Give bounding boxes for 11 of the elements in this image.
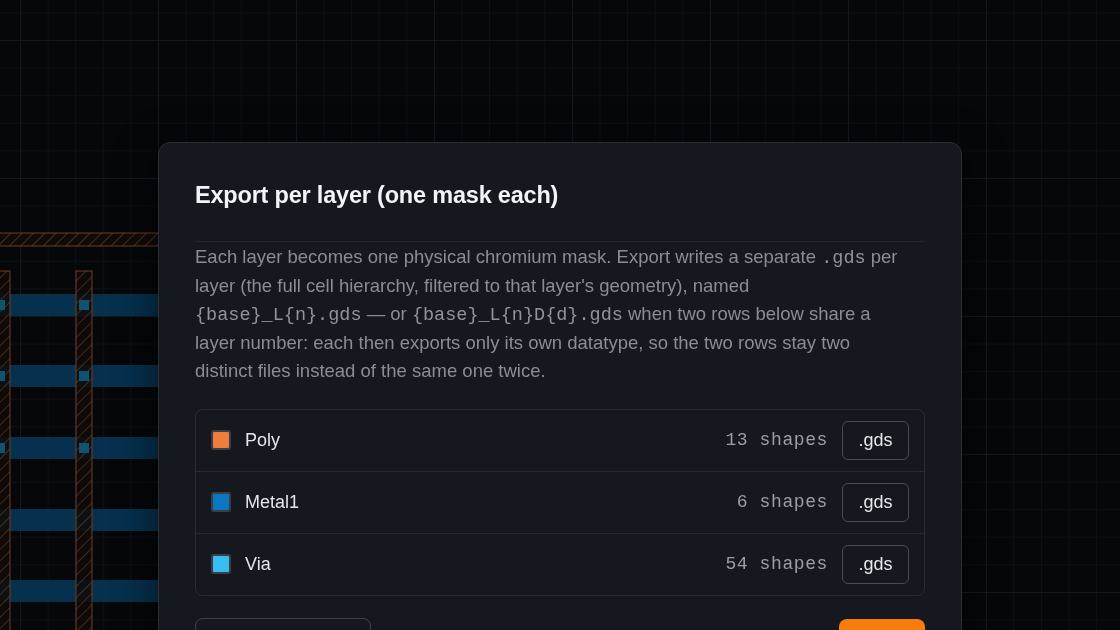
export-gds-button[interactable]: .gds [842, 482, 909, 522]
shape-count: 54 shapes [725, 554, 828, 574]
shape-count: 13 shapes [725, 430, 828, 450]
export-gds-button[interactable]: .gds [842, 420, 909, 460]
dialog-title: Export per layer (one mask each) [195, 181, 560, 210]
description-text: Each layer becomes one physical chromium mask. Export writes a separate .gds per layer (the full cell hierarchy, filtered to that layer's geometry), named {base}_L{n}.gds — or {base}_L{n}D{d}.gds when two rows below share a layer number: each then exports only its own datatype, so the two rows stay two distinct files instead of the same one twice. [195, 245, 899, 383]
shape-count: 6 shapes [736, 492, 828, 512]
export-gds-button[interactable]: .gds [842, 544, 909, 584]
layer-name: Metal1 [245, 491, 301, 513]
layer-name: Via [245, 553, 272, 575]
layer-name: Poly [245, 429, 281, 451]
